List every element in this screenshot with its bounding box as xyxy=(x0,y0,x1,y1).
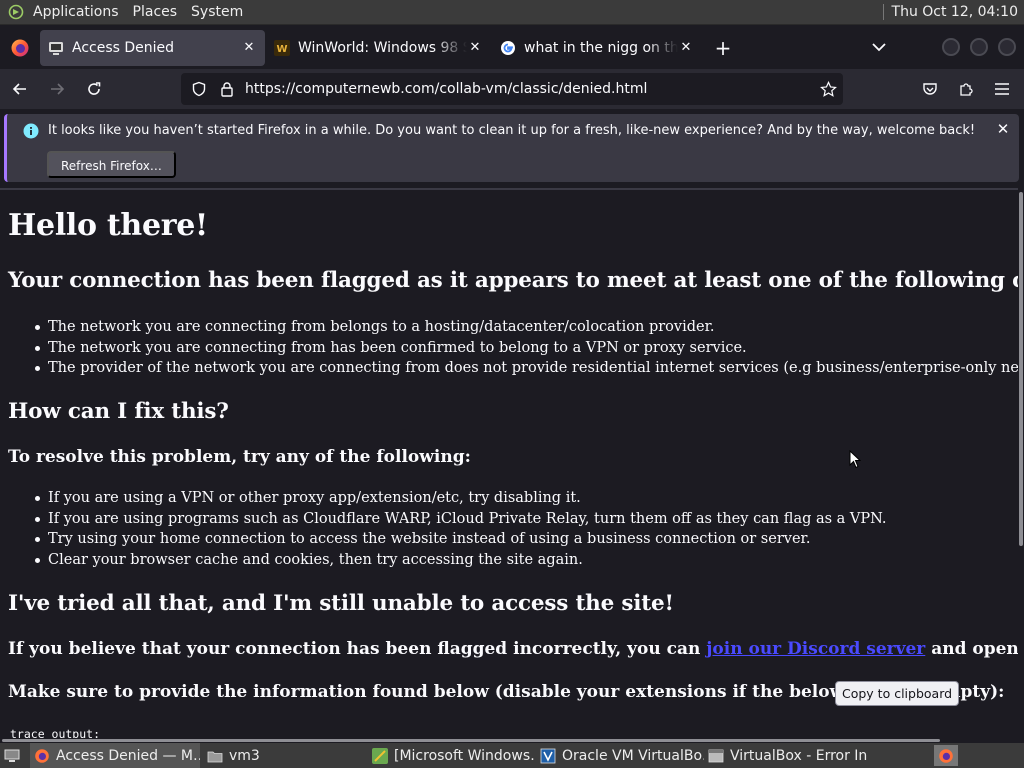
folder-icon xyxy=(207,748,223,764)
svg-text:W: W xyxy=(276,44,287,55)
horizontal-scrollbar[interactable] xyxy=(0,738,1018,742)
mouse-cursor-icon xyxy=(849,450,861,469)
toolbar-right xyxy=(912,73,1020,105)
tab-access-denied[interactable]: Access Denied ✕ xyxy=(40,29,265,66)
url-text: https://computernewb.com/collab-vm/class… xyxy=(245,81,813,97)
discord-link[interactable]: join our Discord server xyxy=(706,639,925,659)
show-desktop-button[interactable] xyxy=(0,743,30,768)
top-panel: Applications Places System Thu Oct 12, 0… xyxy=(0,0,1024,25)
cvm-logo-icon xyxy=(48,40,64,56)
reload-button[interactable] xyxy=(77,73,111,105)
notification-message: It looks like you haven’t started Firefo… xyxy=(48,123,976,138)
incorrect-flag-text: If you believe that your connection has … xyxy=(8,639,1018,659)
refresh-firefox-notification: It looks like you haven’t started Firefo… xyxy=(4,114,1019,182)
page-content: Hello there! Your connection has been fl… xyxy=(0,188,1018,740)
list-item: The provider of the network you are conn… xyxy=(34,358,1018,379)
taskbar: Access Denied — M… vm3 [Microsoft Window… xyxy=(0,743,1024,768)
taskbar-item-label: Oracle VM VirtualBo… xyxy=(562,747,704,764)
dialog-icon xyxy=(708,748,724,764)
close-tab-icon[interactable]: ✕ xyxy=(241,40,257,56)
tab-title: what in the nigg on the niig xyxy=(524,39,678,56)
close-window-button[interactable] xyxy=(998,38,1016,56)
bookmark-star-icon[interactable] xyxy=(813,80,843,98)
extensions-puzzle-icon[interactable] xyxy=(948,73,984,105)
virtualbox-icon xyxy=(540,748,556,764)
tray-firefox-icon[interactable] xyxy=(934,745,958,766)
tried-heading: I've tried all that, and I'm still unabl… xyxy=(8,591,674,616)
tab-google-search[interactable]: what in the nigg on the niig ✕ xyxy=(492,30,702,66)
pocket-icon[interactable] xyxy=(912,73,948,105)
firefox-icon xyxy=(34,748,50,764)
list-item: Clear your browser cache and cookies, th… xyxy=(35,550,887,571)
firefox-view-button[interactable] xyxy=(0,26,40,69)
list-item: If you are using a VPN or other proxy ap… xyxy=(35,488,887,509)
tab-title: Access Denied xyxy=(72,39,175,56)
url-path: /collab-vm/classic/denied.html xyxy=(434,81,648,97)
incorrect-suffix: and open a ticket. xyxy=(931,639,1018,659)
close-notification-icon[interactable]: ✕ xyxy=(995,120,1011,138)
taskbar-item-windows[interactable]: [Microsoft Windows… xyxy=(368,743,536,768)
scrollbar-thumb[interactable] xyxy=(2,739,940,742)
resolve-heading: To resolve this problem, try any of the … xyxy=(8,447,471,467)
vertical-scrollbar[interactable] xyxy=(1018,190,1024,740)
fixes-list: If you are using a VPN or other proxy ap… xyxy=(35,488,887,571)
lock-icon[interactable] xyxy=(213,73,241,105)
taskbar-item-vm3[interactable]: vm3 xyxy=(203,743,368,768)
back-arrow-icon xyxy=(12,83,26,95)
incorrect-prefix: If you believe that your connection has … xyxy=(8,639,707,659)
close-tab-icon[interactable]: ✕ xyxy=(678,40,694,56)
paint-icon xyxy=(372,747,388,764)
clock[interactable]: Thu Oct 12, 04:10 xyxy=(882,4,1024,20)
criteria-list: The network you are connecting from belo… xyxy=(34,317,1018,379)
list-item: The network you are connecting from belo… xyxy=(34,317,1018,338)
distro-logo-icon[interactable] xyxy=(6,3,26,21)
applications-menu[interactable]: Applications xyxy=(26,0,126,25)
fix-heading: How can I fix this? xyxy=(8,399,229,424)
firefox-logo-icon xyxy=(11,39,29,56)
url-bar[interactable]: https://computernewb.com/collab-vm/class… xyxy=(181,73,843,105)
taskbar-item-virtualbox[interactable]: Oracle VM VirtualBo… xyxy=(536,743,704,768)
panel-separator xyxy=(882,4,884,20)
forward-arrow-icon xyxy=(51,83,65,95)
taskbar-item-label: Access Denied — M… xyxy=(56,747,200,764)
url-domain: https://computernewb.com xyxy=(245,81,435,97)
close-tab-icon[interactable]: ✕ xyxy=(467,40,483,56)
back-button[interactable] xyxy=(3,73,37,105)
tracking-protection-shield-icon[interactable] xyxy=(185,73,213,105)
nav-bar: https://computernewb.com/collab-vm/class… xyxy=(0,69,1024,109)
copy-to-clipboard-button[interactable]: Copy to clipboard xyxy=(835,681,960,706)
tab-bar: Access Denied ✕ W WinWorld: Windows 98 S… xyxy=(0,26,1024,69)
clock-text: Thu Oct 12, 04:10 xyxy=(891,4,1018,20)
hamburger-menu-icon[interactable] xyxy=(984,73,1020,105)
new-tab-plus-icon[interactable]: + xyxy=(707,32,739,64)
info-icon xyxy=(23,123,39,139)
tab-title: WinWorld: Windows 98 Sec xyxy=(298,39,467,56)
taskbar-item-virtualbox-error[interactable]: VirtualBox - Error In … xyxy=(704,743,872,768)
list-all-tabs-chevron-icon[interactable] xyxy=(868,32,890,62)
winworld-icon: W xyxy=(274,39,290,56)
tab-winworld[interactable]: W WinWorld: Windows 98 Sec ✕ xyxy=(266,30,491,66)
maximize-button[interactable] xyxy=(970,38,988,56)
list-item: The network you are connecting from has … xyxy=(34,338,1018,359)
taskbar-item-label: VirtualBox - Error In … xyxy=(730,747,872,764)
criteria-heading: Your connection has been flagged as it a… xyxy=(8,268,1018,293)
taskbar-item-label: [Microsoft Windows… xyxy=(394,747,536,764)
places-menu[interactable]: Places xyxy=(126,0,185,25)
google-icon xyxy=(500,40,516,56)
desktop-icon xyxy=(4,748,20,764)
scrollbar-thumb[interactable] xyxy=(1019,192,1023,546)
taskbar-item-firefox[interactable]: Access Denied — M… xyxy=(30,743,200,768)
taskbar-item-label: vm3 xyxy=(229,747,260,764)
list-item: Try using your home connection to access… xyxy=(35,529,887,550)
page-heading: Hello there! xyxy=(8,208,208,243)
system-menu[interactable]: System xyxy=(184,0,250,25)
reload-icon xyxy=(88,82,101,95)
forward-button[interactable] xyxy=(40,73,74,105)
refresh-firefox-button[interactable]: Refresh Firefox… xyxy=(47,151,176,178)
minimize-button[interactable] xyxy=(942,38,960,56)
list-item: If you are using programs such as Cloudf… xyxy=(35,509,887,530)
window-controls xyxy=(942,38,1016,56)
